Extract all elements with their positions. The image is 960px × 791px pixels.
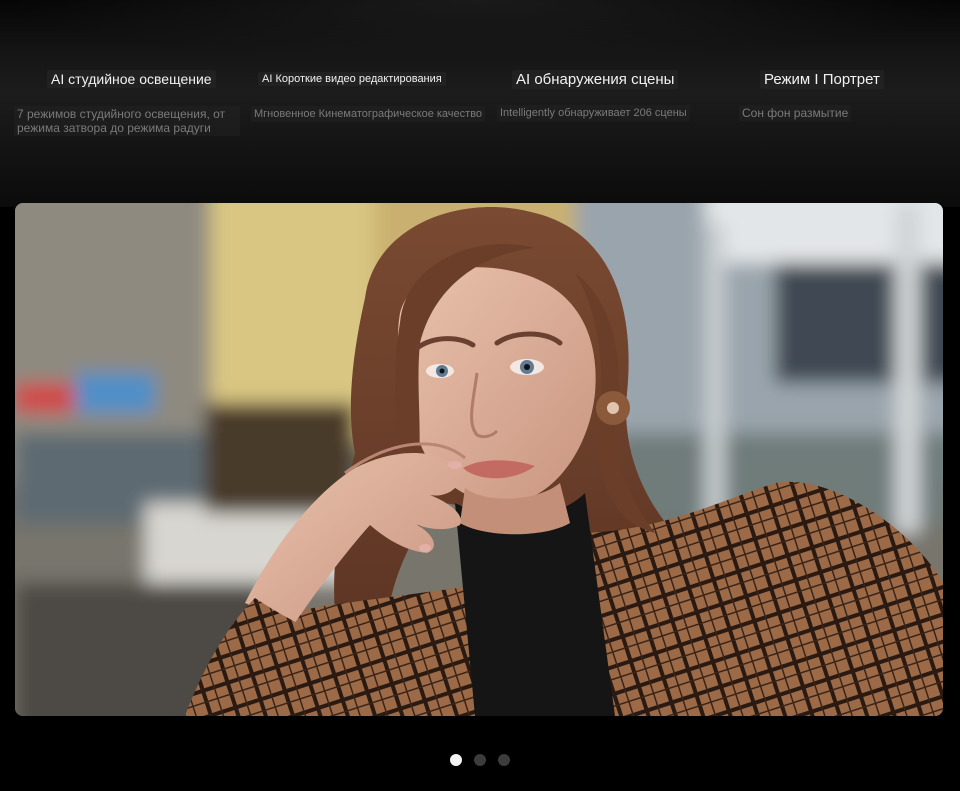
portrait-illustration xyxy=(15,203,943,716)
sample-portrait-photo xyxy=(15,203,943,716)
feature-title: AI обнаружения сцены xyxy=(512,70,679,89)
feature-description: Мгновенное Кинематографическое качество xyxy=(251,106,486,122)
feature-title: Режим I Портрет xyxy=(760,70,884,89)
feature-header: AI студийное освещение 7 режимов студийн… xyxy=(0,0,960,207)
feature-description: Intelligently обнаруживает 206 сцены xyxy=(497,105,690,121)
carousel-pagination xyxy=(0,754,960,768)
carousel-dot-2[interactable] xyxy=(474,754,486,766)
product-page: AI студийное освещение 7 режимов студийн… xyxy=(0,0,960,791)
feature-title: AI студийное освещение xyxy=(47,70,216,88)
carousel-dot-1[interactable] xyxy=(450,754,462,766)
feature-title: AI Короткие видео редактирования xyxy=(258,72,446,86)
feature-description: 7 режимов студийного освещения, от режим… xyxy=(14,106,240,136)
carousel-dot-3[interactable] xyxy=(498,754,510,766)
feature-description: Сон фон размытие xyxy=(739,105,852,121)
